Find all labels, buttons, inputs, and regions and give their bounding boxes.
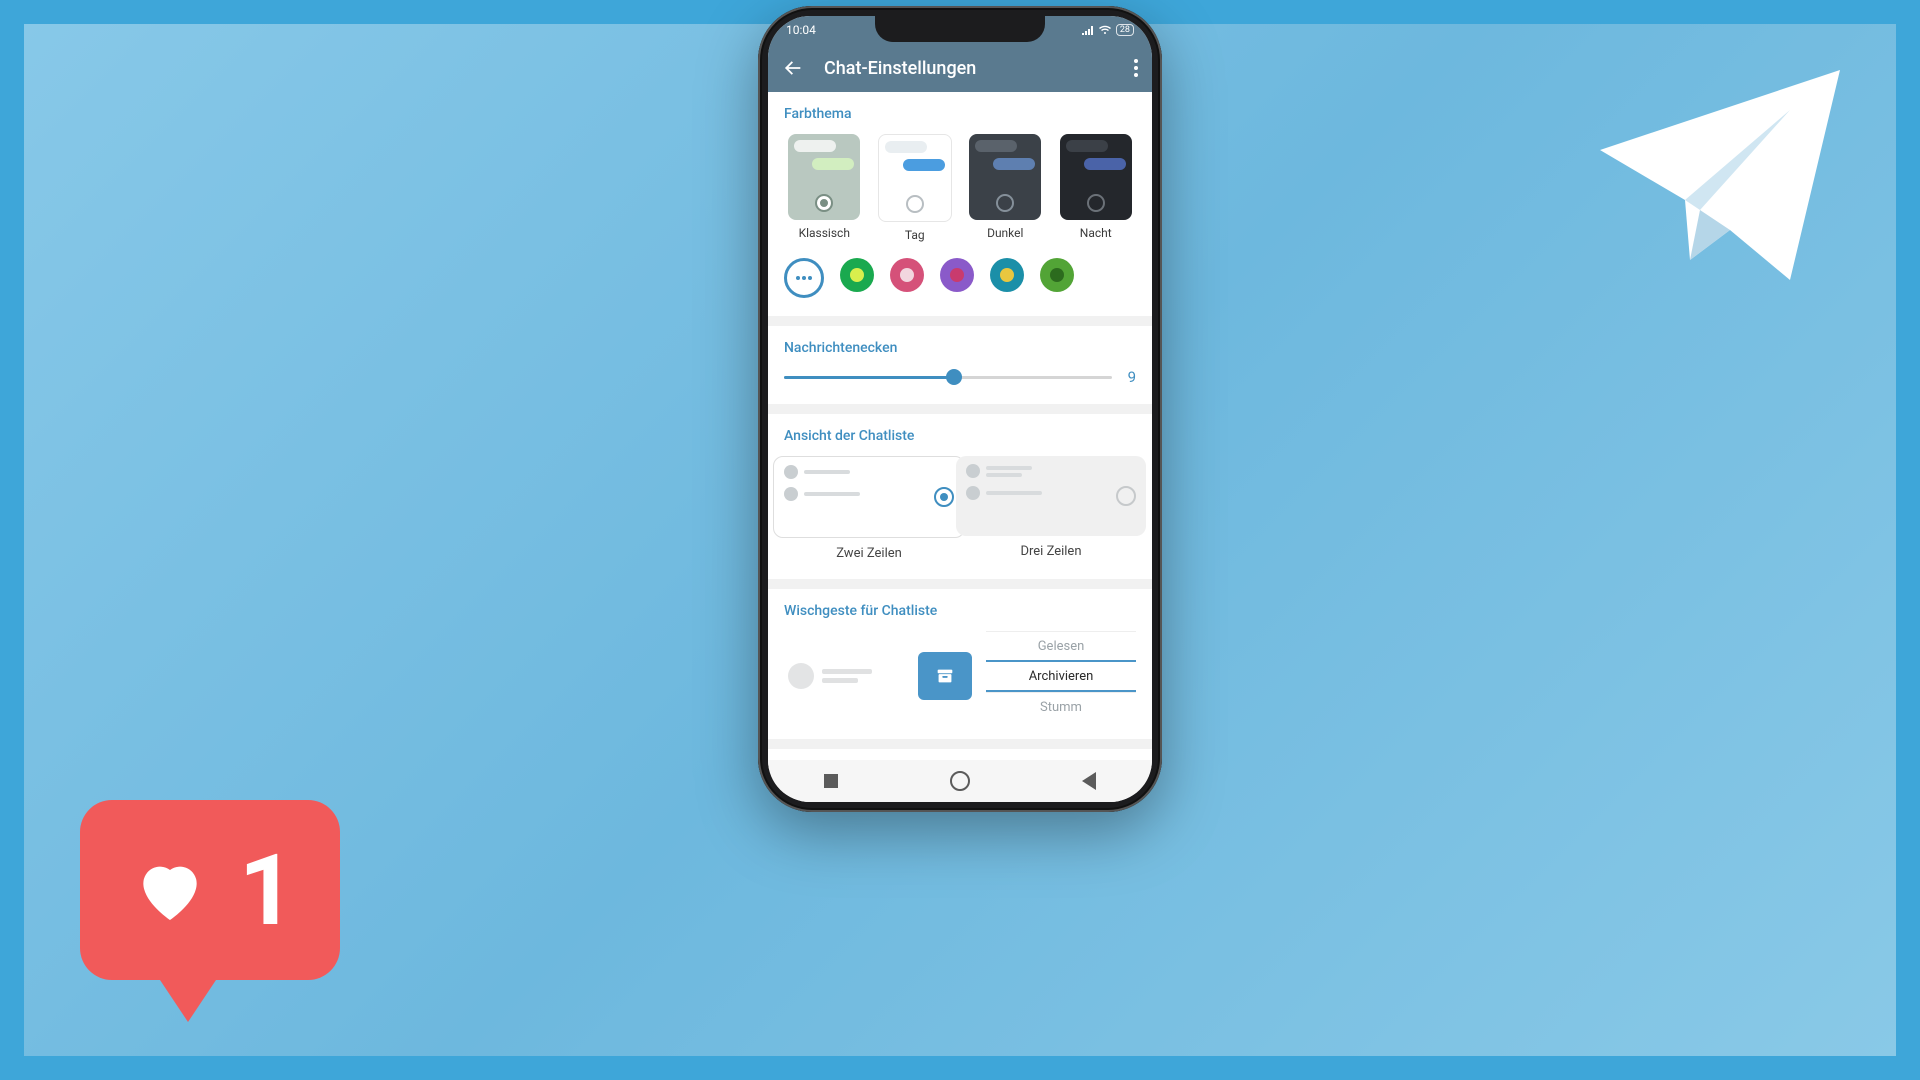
theme-option-dunkel[interactable]: Dunkel (965, 134, 1046, 242)
swipe-preview (784, 652, 918, 700)
theme-option-klassisch[interactable]: Klassisch (784, 134, 865, 242)
signal-icon (1082, 25, 1094, 35)
nav-back-icon[interactable] (1082, 772, 1096, 790)
theme-label: Dunkel (987, 226, 1023, 240)
radio-off-icon (1116, 486, 1136, 506)
view-option-three-lines[interactable]: Drei Zeilen (966, 456, 1136, 561)
theme-label: Klassisch (799, 226, 850, 240)
accent-more-icon[interactable] (784, 258, 824, 298)
nav-home-icon[interactable] (950, 771, 970, 791)
swipe-option-mute[interactable]: Stumm (986, 692, 1136, 721)
accent-teal[interactable] (990, 258, 1024, 292)
accent-lime[interactable] (1040, 258, 1074, 292)
corners-slider[interactable] (784, 376, 1112, 379)
android-nav-bar (768, 760, 1152, 802)
swipe-option-archive[interactable]: Archivieren (986, 660, 1136, 692)
radio-on-icon (934, 487, 954, 507)
nav-recents-icon[interactable] (824, 774, 838, 788)
swipe-option-read[interactable]: Gelesen (986, 631, 1136, 660)
accent-pink[interactable] (890, 258, 924, 292)
theme-label: Tag (905, 228, 925, 242)
like-count: 1 (239, 833, 295, 948)
view-label: Drei Zeilen (1020, 544, 1081, 559)
view-option-two-lines[interactable]: Zwei Zeilen (784, 456, 954, 561)
like-bubble: 1 (80, 800, 340, 1030)
wifi-icon (1098, 25, 1112, 35)
section-settings: Einstellungen (768, 749, 1152, 760)
heart-icon (125, 850, 215, 930)
theme-option-tag[interactable]: Tag (875, 134, 956, 242)
accent-purple[interactable] (940, 258, 974, 292)
section-corners-title: Nachrichtenecken (784, 340, 1136, 356)
accent-green[interactable] (840, 258, 874, 292)
section-swipe-title: Wischgeste für Chatliste (784, 603, 1136, 619)
section-corners: Nachrichtenecken 9 (768, 326, 1152, 404)
view-label: Zwei Zeilen (836, 546, 902, 561)
page-title: Chat-Einstellungen (824, 58, 1114, 79)
app-header: Chat-Einstellungen (768, 44, 1152, 92)
telegram-logo-icon (1590, 60, 1850, 290)
phone-frame: 10:04 28 Chat-Einstellungen Farbthema (758, 6, 1162, 812)
status-time: 10:04 (786, 23, 816, 37)
accent-color-row (784, 258, 1136, 298)
more-icon[interactable] (1134, 59, 1138, 77)
section-chatlist-title: Ansicht der Chatliste (784, 428, 1136, 444)
theme-option-nacht[interactable]: Nacht (1056, 134, 1137, 242)
section-swipe: Wischgeste für Chatliste Gelesen Archivi… (768, 589, 1152, 739)
swipe-action-archive-icon (918, 652, 972, 700)
battery-level: 28 (1116, 24, 1134, 36)
phone-notch (875, 16, 1045, 42)
section-theme: Farbthema Klassisch (768, 92, 1152, 316)
section-theme-title: Farbthema (784, 106, 1136, 122)
content-scroll[interactable]: Farbthema Klassisch (768, 92, 1152, 760)
back-arrow-icon[interactable] (782, 57, 804, 79)
theme-label: Nacht (1080, 226, 1112, 240)
corners-value: 9 (1128, 368, 1136, 386)
section-chatlist-view: Ansicht der Chatliste Zwei Zeilen (768, 414, 1152, 579)
